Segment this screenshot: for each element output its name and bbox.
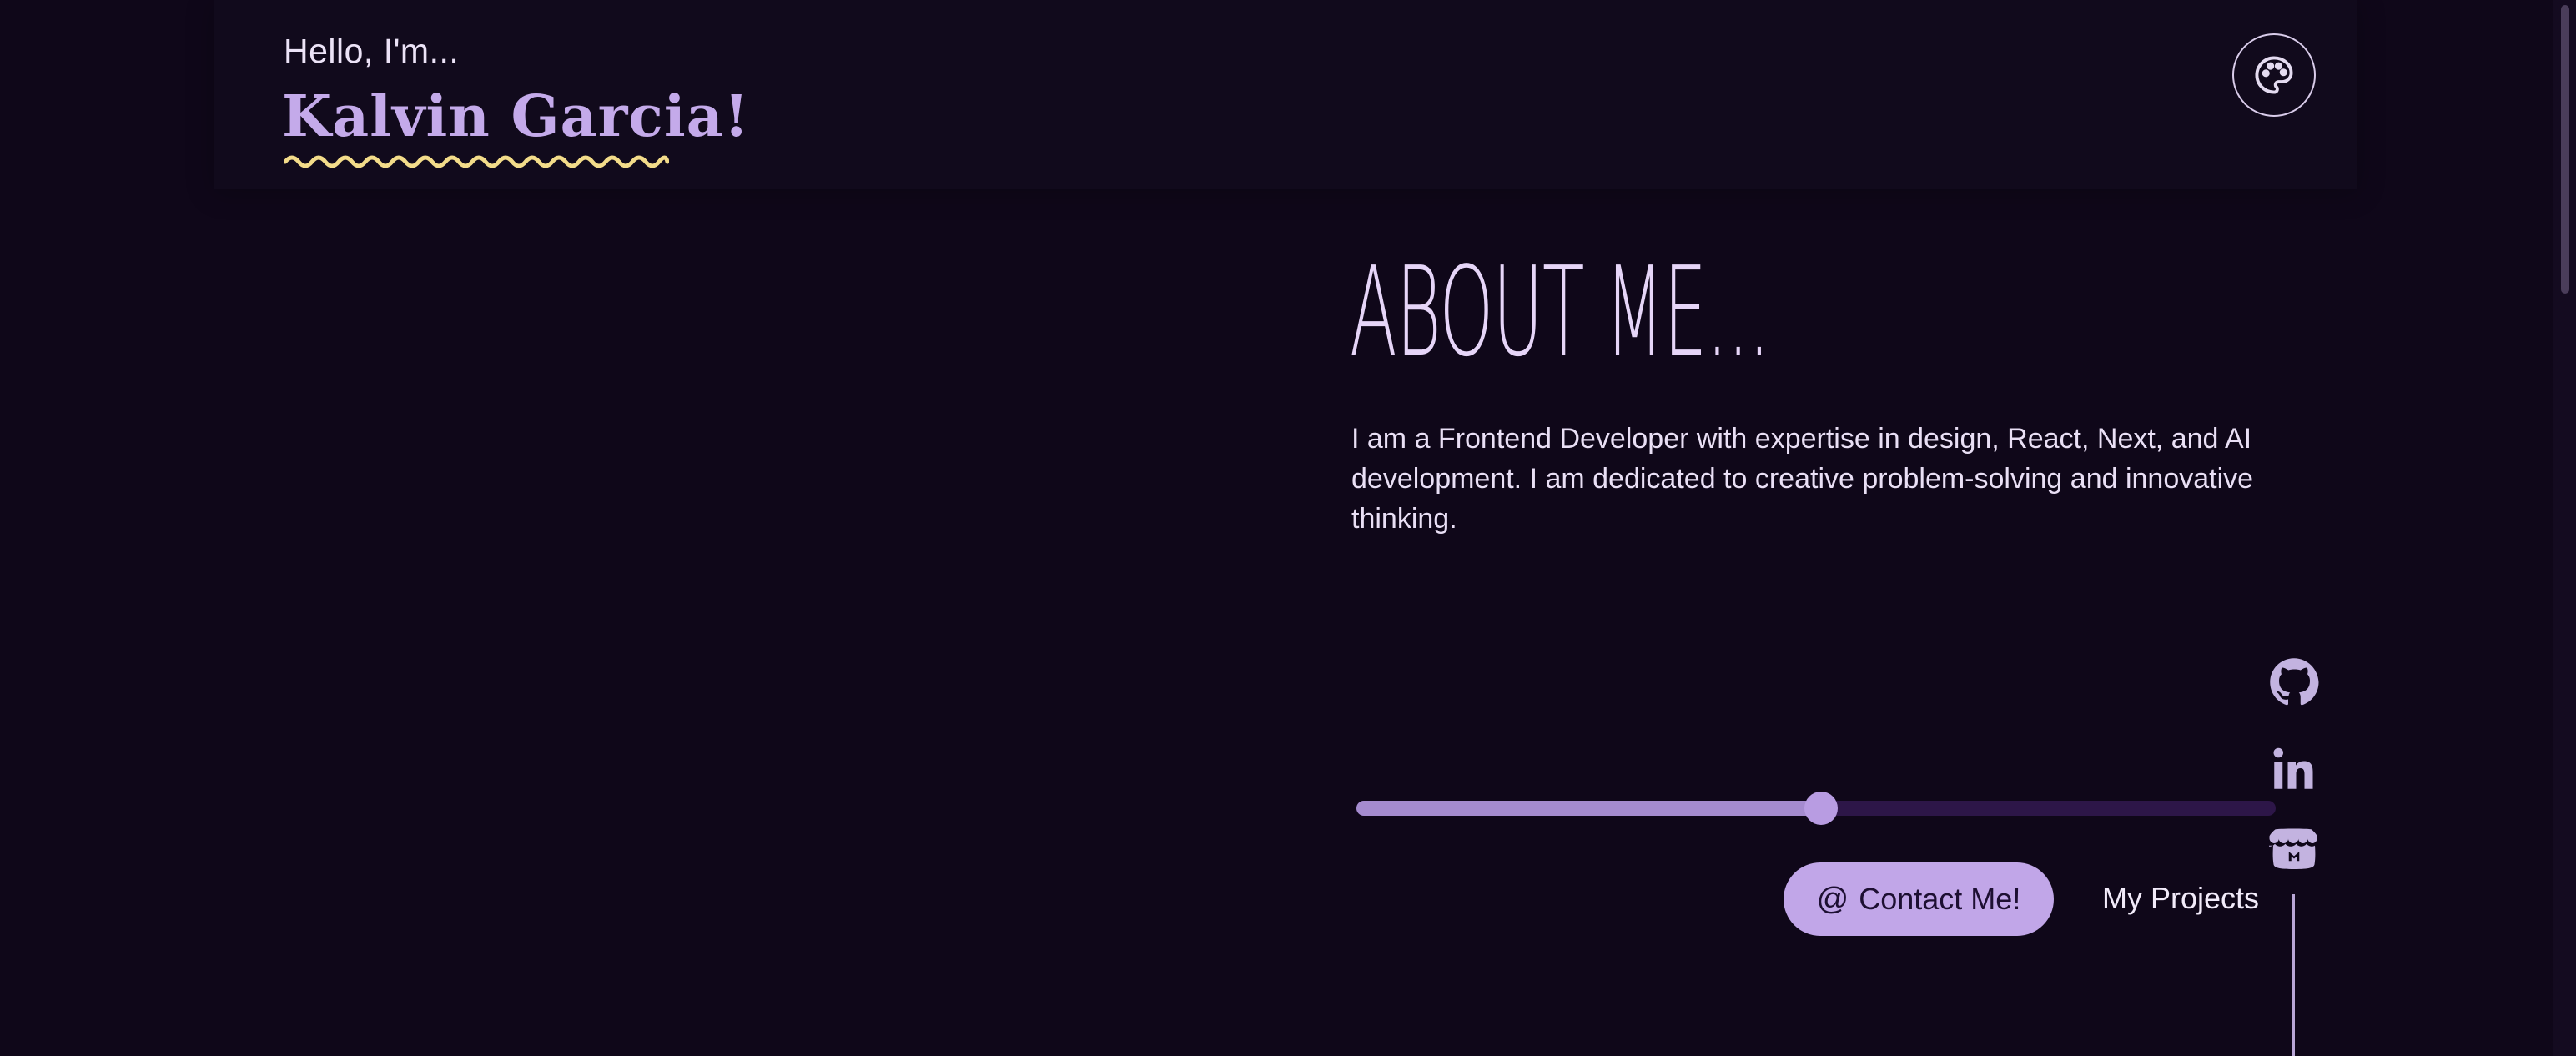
scrollbar[interactable] xyxy=(2553,0,2576,1056)
theme-toggle-button[interactable] xyxy=(2232,33,2316,117)
about-description: I am a Frontend Developer with expertise… xyxy=(1351,423,2254,535)
contact-button-label: Contact Me! xyxy=(1859,882,2021,916)
slider-fill xyxy=(1356,801,1821,816)
greeting-text: Hello, I'm... xyxy=(284,32,460,70)
github-link[interactable] xyxy=(2269,657,2319,707)
squiggle-underline xyxy=(284,155,669,168)
portfolio-page: Hello, I'm... Kalvin Garcia! ABOUT ME...… xyxy=(0,0,2576,1056)
linkedin-link[interactable] xyxy=(2269,744,2319,794)
slider[interactable] xyxy=(1356,792,2276,825)
about-title: ABOUT ME... xyxy=(1350,240,1770,384)
scrollbar-thumb[interactable] xyxy=(2561,5,2569,294)
slider-thumb[interactable] xyxy=(1804,792,1838,825)
my-projects-link[interactable]: My Projects xyxy=(2102,881,2259,916)
palette-icon xyxy=(2255,56,2293,94)
linkedin-icon xyxy=(2273,747,2313,789)
at-icon: @ xyxy=(1816,881,1849,917)
social-divider-line xyxy=(2292,894,2295,1056)
itchio-link[interactable] xyxy=(2269,824,2319,874)
github-icon xyxy=(2270,658,2319,706)
itchio-icon xyxy=(2269,828,2317,869)
name-heading: Kalvin Garcia! xyxy=(282,83,750,150)
contact-button[interactable]: @ Contact Me! xyxy=(1784,862,2054,936)
